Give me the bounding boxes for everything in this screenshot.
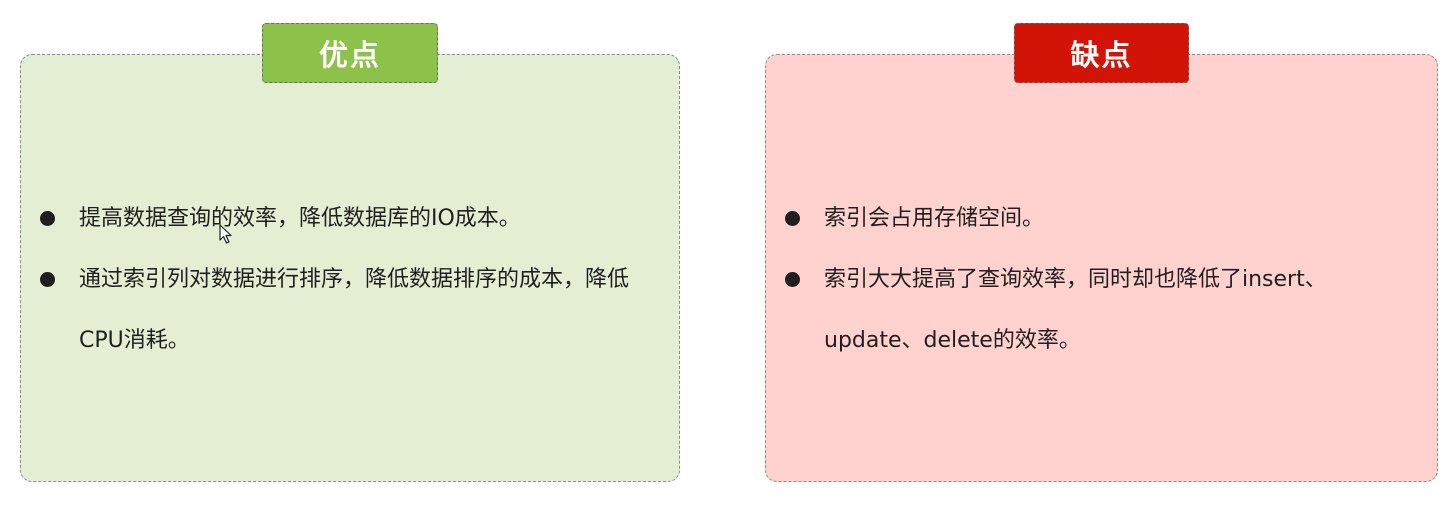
pros-list-item: 通过索引列对数据进行排序，降低数据排序的成本，降低CPU消耗。 [40, 249, 660, 371]
pros-cons-slide: 优点 提高数据查询的效率，降低数据库的IO成本。 通过索引列对数据进行排序，降低… [0, 0, 1453, 505]
pros-title-tab: 优点 [262, 23, 438, 83]
pros-item-text: 提高数据查询的效率，降低数据库的IO成本。 [79, 206, 521, 231]
cons-list-item: 索引大大提高了查询效率，同时却也降低了insert、update、delete的… [785, 249, 1425, 371]
pros-item-text: 通过索引列对数据进行排序，降低数据排序的成本，降低CPU消耗。 [79, 267, 630, 353]
pros-list: 提高数据查询的效率，降低数据库的IO成本。 通过索引列对数据进行排序，降低数据排… [40, 188, 660, 371]
cons-list-item: 索引会占用存储空间。 [785, 188, 1425, 249]
pros-list-item: 提高数据查询的效率，降低数据库的IO成本。 [40, 188, 660, 249]
bullet-dot-icon [40, 211, 55, 226]
cons-list: 索引会占用存储空间。 索引大大提高了查询效率，同时却也降低了insert、upd… [785, 188, 1425, 371]
bullet-dot-icon [785, 211, 800, 226]
cons-title-tab: 缺点 [1014, 23, 1189, 83]
bullet-dot-icon [40, 272, 55, 287]
cons-item-text: 索引大大提高了查询效率，同时却也降低了insert、update、delete的… [824, 267, 1327, 353]
bullet-dot-icon [785, 272, 800, 287]
cons-item-text: 索引会占用存储空间。 [824, 206, 1045, 231]
mouse-pointer-icon [219, 224, 232, 244]
